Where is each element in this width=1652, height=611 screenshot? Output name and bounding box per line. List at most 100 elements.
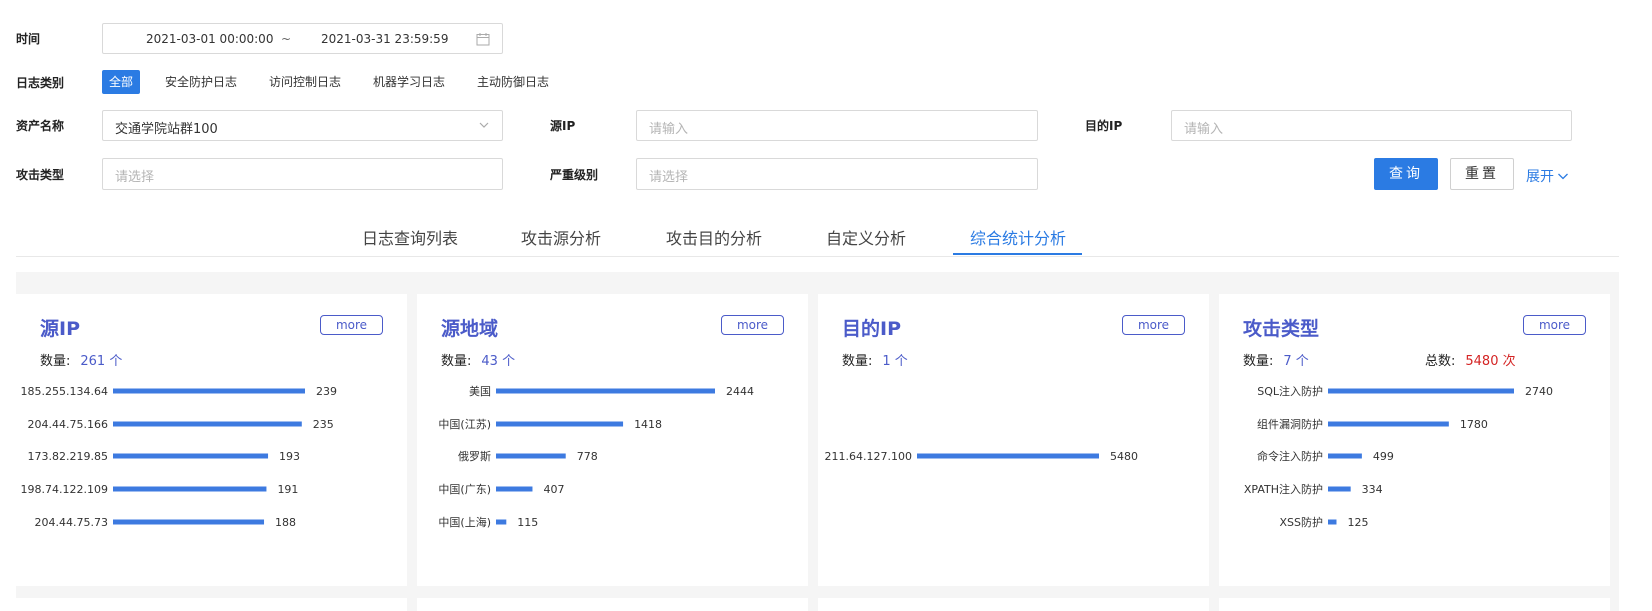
count-line: 数量: 1 个 bbox=[842, 350, 908, 369]
bar-value-label: 2444 bbox=[726, 385, 754, 398]
bar[interactable] bbox=[1328, 421, 1449, 427]
bar-category-label: 173.82.219.85 bbox=[28, 450, 108, 463]
time-end[interactable]: 2021-03-31 23:59:59 bbox=[321, 32, 448, 46]
attack-type-select[interactable]: 请选择 bbox=[102, 158, 503, 190]
dst-ip-placeholder: 请输入 bbox=[1184, 122, 1224, 137]
bar-category-label: XSS防护 bbox=[1279, 515, 1323, 529]
bar-value-label: 193 bbox=[279, 450, 300, 463]
bar-category-label: 204.44.75.73 bbox=[35, 516, 108, 529]
reset-button[interactable]: 重置 bbox=[1450, 158, 1514, 190]
time-start[interactable]: 2021-03-01 00:00:00 bbox=[146, 32, 273, 46]
more-button[interactable]: more bbox=[1523, 315, 1586, 335]
bar-value-label: 235 bbox=[313, 418, 334, 431]
log-category-label: 日志类别 bbox=[16, 76, 65, 90]
bar[interactable] bbox=[496, 486, 533, 492]
tab-comprehensive-statistics[interactable]: 综合统计分析 bbox=[970, 225, 1066, 249]
count-line: 数量: 43 个 bbox=[441, 350, 515, 369]
more-button[interactable]: more bbox=[721, 315, 784, 335]
bar-category-label: 185.255.134.64 bbox=[21, 385, 108, 398]
tab-divider bbox=[16, 256, 1619, 257]
asset-name-select[interactable]: 交通学院站群100 bbox=[102, 110, 503, 141]
tab-log-query-list[interactable]: 日志查询列表 bbox=[362, 225, 458, 249]
src-ip-input[interactable]: 请输入 bbox=[636, 110, 1038, 141]
lower-card bbox=[16, 598, 407, 611]
count-value: 43 个 bbox=[481, 354, 516, 369]
count-line: 数量: 261 个 bbox=[40, 350, 122, 369]
source-ip-card: 源IP more 数量: 261 个 185.255.134.64 239 204.4… bbox=[16, 294, 407, 586]
card-title: 攻击类型 bbox=[1243, 318, 1320, 340]
severity-select[interactable]: 请选择 bbox=[636, 158, 1038, 190]
bar[interactable] bbox=[1328, 453, 1362, 459]
count-value: 7 个 bbox=[1283, 354, 1309, 369]
bar-category-label: 命令注入防护 bbox=[1257, 449, 1323, 463]
destination-ip-card: 目的IP more 数量: 1 个 211.64.127.100 5480 bbox=[818, 294, 1209, 586]
count-label: 数量: bbox=[842, 354, 873, 369]
tab-attack-source-analysis[interactable]: 攻击源分析 bbox=[521, 225, 601, 249]
attack-type-placeholder: 请选择 bbox=[115, 170, 155, 185]
src-ip-label: 源IP bbox=[550, 119, 576, 133]
bar[interactable] bbox=[496, 453, 566, 459]
bar-value-label: 2740 bbox=[1525, 385, 1553, 398]
expand-link[interactable]: 展开 bbox=[1526, 166, 1569, 186]
bar[interactable] bbox=[1328, 519, 1337, 525]
bar[interactable] bbox=[113, 453, 269, 459]
calendar-icon[interactable] bbox=[476, 32, 490, 46]
severity-label: 严重级别 bbox=[550, 168, 599, 182]
tab-custom-analysis[interactable]: 自定义分析 bbox=[826, 225, 906, 249]
bar-value-label: 239 bbox=[316, 385, 337, 398]
bar-value-label: 1418 bbox=[634, 418, 662, 431]
expand-label: 展开 bbox=[1526, 169, 1554, 185]
count-value: 1 个 bbox=[882, 354, 908, 369]
count-label: 数量: bbox=[40, 354, 71, 369]
bar[interactable] bbox=[496, 421, 624, 427]
more-button[interactable]: more bbox=[1122, 315, 1185, 335]
bar-value-label: 191 bbox=[277, 483, 298, 496]
query-button[interactable]: 查询 bbox=[1374, 158, 1438, 190]
src-ip-placeholder: 请输入 bbox=[649, 122, 689, 137]
count-line: 数量: 7 个 bbox=[1243, 350, 1309, 369]
bar-value-label: 188 bbox=[275, 516, 296, 529]
asset-name-value: 交通学院站群100 bbox=[115, 122, 218, 137]
severity-placeholder: 请选择 bbox=[649, 170, 689, 185]
bar-value-label: 1780 bbox=[1460, 418, 1488, 431]
bar-category-label: 美国 bbox=[469, 385, 491, 398]
bar-category-label: 中国(江苏) bbox=[438, 418, 491, 431]
dst-ip-label: 目的IP bbox=[1085, 119, 1123, 133]
attack-type-card: 攻击类型 more 数量: 7 个 总数: 5480 次 SQL注入防护 2740 组件… bbox=[1219, 294, 1610, 586]
bar[interactable] bbox=[496, 519, 507, 525]
source-region-card: 源地域 more 数量: 43 个 美国 2444 中国(江苏) 1418 俄罗斯 778 中… bbox=[417, 294, 808, 586]
category-ml-log[interactable]: 机器学习日志 bbox=[366, 70, 452, 94]
category-active-defense-log[interactable]: 主动防御日志 bbox=[470, 70, 556, 94]
category-access-control-log[interactable]: 访问控制日志 bbox=[262, 70, 348, 94]
bar-category-label: 组件漏洞防护 bbox=[1257, 417, 1323, 431]
bar-category-label: XPATH注入防护 bbox=[1244, 482, 1323, 496]
bar[interactable] bbox=[1328, 486, 1351, 492]
bar[interactable] bbox=[113, 519, 265, 525]
bar[interactable] bbox=[917, 453, 1099, 459]
tab-attack-target-analysis[interactable]: 攻击目的分析 bbox=[666, 225, 762, 249]
bar[interactable] bbox=[113, 421, 302, 427]
total-value: 5480 次 bbox=[1465, 354, 1516, 369]
category-security-log[interactable]: 安全防护日志 bbox=[158, 70, 244, 94]
log-analysis-page: 时间 2021-03-01 00:00:00 ~ 2021-03-31 23:5… bbox=[0, 0, 1652, 611]
more-button[interactable]: more bbox=[320, 315, 383, 335]
bar-category-label: 204.44.75.166 bbox=[28, 418, 108, 431]
bar[interactable] bbox=[496, 388, 715, 394]
bar[interactable] bbox=[113, 388, 305, 394]
bar[interactable] bbox=[113, 486, 267, 492]
bar-value-label: 5480 bbox=[1110, 450, 1138, 463]
count-label: 数量: bbox=[441, 354, 472, 369]
bar-value-label: 115 bbox=[517, 516, 538, 529]
category-all[interactable]: 全部 bbox=[102, 70, 141, 94]
dst-ip-input[interactable]: 请输入 bbox=[1171, 110, 1572, 141]
bar-value-label: 125 bbox=[1347, 516, 1368, 529]
count-label: 数量: bbox=[1243, 354, 1274, 369]
bar-value-label: 499 bbox=[1373, 450, 1394, 463]
time-range-picker[interactable]: 2021-03-01 00:00:00 ~ 2021-03-31 23:59:5… bbox=[102, 23, 503, 54]
total-line: 总数: 5480 次 bbox=[1425, 350, 1516, 369]
bar[interactable] bbox=[1328, 388, 1514, 394]
bar-category-label: SQL注入防护 bbox=[1257, 384, 1323, 398]
asset-name-label: 资产名称 bbox=[16, 119, 65, 133]
total-label: 总数: bbox=[1425, 354, 1456, 369]
lower-card bbox=[818, 598, 1209, 611]
